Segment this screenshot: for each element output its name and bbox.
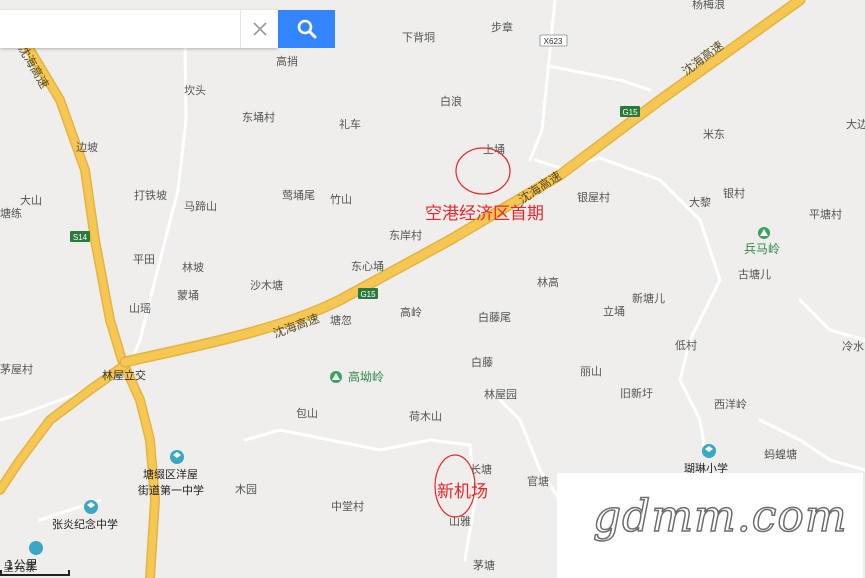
place-label: 竹山 bbox=[330, 192, 352, 206]
place-label: 大山 bbox=[20, 193, 42, 207]
close-icon bbox=[253, 22, 267, 36]
place-label: 白浪 bbox=[440, 94, 462, 108]
place-label: 塘忽 bbox=[330, 313, 352, 327]
place-label: 步章 bbox=[491, 20, 513, 34]
place-label: 白藤 bbox=[471, 355, 493, 369]
place-label: 东心埇 bbox=[351, 260, 384, 273]
place-label: 塘练 bbox=[0, 206, 22, 220]
svg-text:高坳岭: 高坳岭 bbox=[348, 369, 384, 384]
svg-text:X623: X623 bbox=[544, 37, 563, 46]
place-label: 古塘儿 bbox=[738, 267, 771, 281]
svg-text:张炎纪念中学: 张炎纪念中学 bbox=[52, 517, 118, 531]
svg-text:G15: G15 bbox=[622, 108, 638, 117]
scale-bar bbox=[0, 570, 70, 576]
search-button[interactable] bbox=[278, 10, 335, 48]
road-badge-g15-2: G15 bbox=[620, 106, 640, 117]
place-label: 米东 bbox=[703, 128, 725, 141]
place-label: 平塘村 bbox=[809, 207, 842, 221]
place-label: 蚂蝗塘 bbox=[764, 447, 797, 461]
poi-school-zhangyan[interactable]: 张炎纪念中学 bbox=[52, 500, 118, 531]
place-label: 木园 bbox=[235, 483, 257, 496]
road-badge-g15-1: G15 bbox=[358, 288, 378, 299]
place-label: 东岸村 bbox=[389, 228, 422, 242]
watermark-text: gdmm.com bbox=[592, 490, 848, 543]
expressway-label: 沈海高速 bbox=[515, 168, 563, 207]
place-label: 平田 bbox=[133, 253, 155, 266]
place-label: 旧新圩 bbox=[620, 386, 653, 400]
place-label: 下背垌 bbox=[402, 30, 435, 44]
airport-zone-annotation: 空港经济区首期 bbox=[425, 147, 544, 224]
poi-gaoaoling[interactable]: 高坳岭 bbox=[330, 369, 384, 384]
place-label: 边坡 bbox=[76, 141, 98, 154]
svg-text:塘缀区洋屋: 塘缀区洋屋 bbox=[143, 467, 198, 481]
place-label: 茅塘 bbox=[473, 558, 495, 572]
place-label: 山瑶 bbox=[129, 302, 151, 315]
place-label: 高捎 bbox=[276, 54, 298, 68]
place-label: 东埇村 bbox=[242, 110, 275, 124]
svg-text:空港经济区首期: 空港经济区首期 bbox=[425, 204, 544, 224]
place-label: 打铁坡 bbox=[134, 188, 167, 202]
place-label: 林屋立交 bbox=[102, 368, 146, 382]
place-label: 林屋园 bbox=[484, 387, 517, 401]
place-label: 银村 bbox=[723, 186, 745, 200]
place-label: 官塘 bbox=[527, 474, 549, 488]
place-label: 高岭 bbox=[400, 305, 422, 319]
poi-bingmaling[interactable]: 兵马岭 bbox=[744, 227, 780, 256]
place-label: 荷木山 bbox=[409, 410, 442, 423]
search-input[interactable] bbox=[0, 10, 278, 48]
place-label: 立埇 bbox=[603, 304, 625, 318]
place-label: 莺埇尾 bbox=[282, 189, 315, 202]
place-label: 礼车 bbox=[339, 117, 361, 131]
svg-text:兵马岭: 兵马岭 bbox=[744, 242, 780, 256]
place-label: 包山 bbox=[296, 407, 318, 420]
svg-text:S14: S14 bbox=[73, 233, 88, 242]
place-label: 丽山 bbox=[580, 365, 602, 378]
place-label: 中堂村 bbox=[331, 499, 364, 513]
place-label: 大边 bbox=[846, 117, 865, 131]
place-label: 新塘儿 bbox=[632, 291, 665, 305]
poi-school-bottom bbox=[29, 541, 43, 555]
place-label: 低村 bbox=[675, 338, 697, 352]
place-label: 林坡 bbox=[182, 260, 204, 274]
place-label: 银屋村 bbox=[577, 190, 610, 204]
place-label: 杨梅浪 bbox=[692, 0, 725, 11]
place-label: 白藤尾 bbox=[478, 310, 511, 324]
place-label: 西洋岭 bbox=[714, 397, 747, 411]
place-label: 马蹄山 bbox=[184, 199, 217, 213]
road-badge-x623: X623 bbox=[539, 34, 568, 47]
place-label: 大黎 bbox=[689, 195, 711, 209]
place-label: 林高 bbox=[537, 275, 559, 289]
place-label: 沙木塘 bbox=[250, 278, 283, 292]
search-icon bbox=[297, 19, 316, 39]
clear-search-button[interactable] bbox=[240, 10, 279, 48]
svg-text:G15: G15 bbox=[360, 290, 376, 299]
place-label: 茅屋村 bbox=[0, 362, 33, 376]
place-label: 坎头 bbox=[184, 84, 206, 97]
watermark: gdmm.com bbox=[557, 473, 863, 578]
svg-text:街道第一中学: 街道第一中学 bbox=[138, 483, 204, 497]
place-label: 冷水 bbox=[842, 340, 864, 353]
road-badge-s14: S14 bbox=[70, 231, 90, 242]
place-label: 蒙埇 bbox=[177, 289, 199, 302]
svg-text:新机场: 新机场 bbox=[437, 482, 488, 502]
poi-school-hulin[interactable]: 瑚琳小学 bbox=[684, 444, 728, 475]
